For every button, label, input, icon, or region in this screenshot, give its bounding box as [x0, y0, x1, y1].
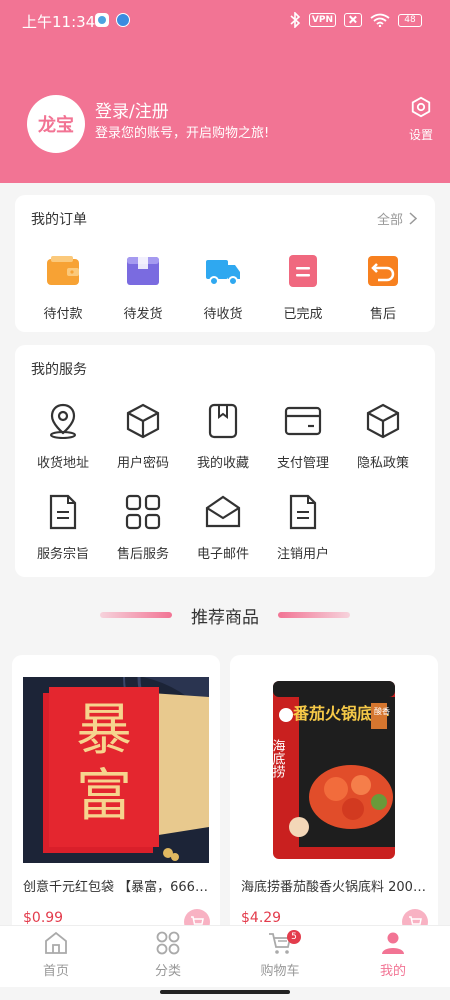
bluetooth-icon: [290, 12, 301, 28]
status-icons: VPN 48: [289, 12, 422, 28]
vpn-icon: VPN: [308, 13, 336, 27]
bookmark-icon: [208, 403, 238, 439]
service-label: 注销用户: [276, 547, 329, 562]
order-pending-payment[interactable]: 待付款: [23, 253, 103, 322]
app-notification-icon: [95, 13, 109, 27]
see-all-label: 全部: [376, 213, 403, 228]
cube-icon: [366, 403, 400, 439]
nav-label: 首页: [42, 964, 69, 979]
service-favorites[interactable]: 我的收藏: [183, 402, 263, 471]
service-payment-management[interactable]: 支付管理: [263, 402, 343, 471]
avatar[interactable]: 龙宝: [27, 95, 85, 153]
login-register-link[interactable]: 登录/注册: [95, 97, 169, 122]
see-all-orders-link[interactable]: 全部: [377, 209, 417, 228]
product-tag: 酸香: [374, 706, 390, 716]
box-icon: [127, 257, 159, 285]
order-label: 售后: [369, 307, 396, 322]
envelope-icon: [205, 495, 241, 528]
service-purpose[interactable]: 服务宗旨: [23, 493, 103, 562]
service-after-sales[interactable]: 售后服务: [103, 493, 183, 562]
nav-label: 我的: [379, 964, 406, 979]
home-indicator: [160, 990, 290, 994]
settings-button[interactable]: 设置: [403, 96, 439, 143]
product-name: 海底捞番茄酸香火锅底料 200g...: [241, 880, 427, 895]
document-icon: [289, 494, 317, 530]
cart-count-badge: 5: [287, 930, 301, 944]
service-label: 隐私政策: [356, 456, 409, 471]
upload-notification-icon: [116, 13, 130, 27]
card-icon: [284, 406, 322, 436]
bottom-navigation: 首页 分类 5 购物车 我的: [0, 925, 450, 987]
service-privacy-policy[interactable]: 隐私政策: [343, 402, 423, 471]
gear-icon: [411, 96, 431, 118]
product-price: $4.29: [241, 910, 282, 926]
nav-home[interactable]: 首页: [21, 930, 91, 979]
nav-cart[interactable]: 5 购物车: [245, 930, 315, 979]
profile-header: 上午11:34 VPN 48 龙宝 登录/注册 登录您的账号，开启购物之旅! 设…: [0, 0, 450, 183]
login-subtitle: 登录您的账号，开启购物之旅!: [95, 126, 270, 141]
document-icon: [49, 494, 77, 530]
service-label: 电子邮件: [196, 547, 249, 562]
no-sim-icon: [344, 13, 362, 27]
service-user-password[interactable]: 用户密码: [103, 402, 183, 471]
order-label: 待收货: [203, 307, 243, 322]
order-completed[interactable]: 已完成: [263, 253, 343, 322]
clipboard-icon: [289, 255, 317, 287]
nav-label: 分类: [154, 964, 181, 979]
product-brand: 海底捞: [270, 739, 286, 778]
chevron-right-icon: [409, 212, 417, 225]
product-card[interactable]: 海底捞 番茄火锅底料 酸香 海底捞番茄酸香火锅底料 200g... $4.29: [230, 655, 438, 935]
order-label: 待发货: [123, 307, 163, 322]
service-label: 我的收藏: [196, 456, 249, 471]
service-label: 售后服务: [116, 547, 169, 562]
recommend-title: 推荐商品: [191, 608, 259, 628]
home-icon: [45, 931, 67, 954]
status-bar: 上午11:34 VPN 48: [0, 0, 450, 42]
truck-icon: [206, 260, 240, 286]
service-label: 支付管理: [276, 456, 329, 471]
order-label: 已完成: [283, 307, 323, 322]
cube-icon: [126, 403, 160, 439]
wallet-icon: [47, 256, 79, 285]
product-card[interactable]: 暴 富 创意千元红包袋 【暴富，666，... $0.99: [12, 655, 220, 935]
nav-label: 购物车: [260, 964, 300, 979]
section-divider-right: [278, 612, 350, 618]
return-icon: [368, 256, 398, 286]
envelope-char-1: 暴: [76, 698, 132, 763]
order-label: 待付款: [43, 307, 83, 322]
status-time: 上午11:34: [22, 13, 96, 31]
wifi-icon: [370, 13, 390, 27]
location-pin-icon: [50, 403, 76, 439]
grid-icon: [125, 494, 161, 530]
product-name: 创意千元红包袋 【暴富，666，...: [23, 880, 209, 895]
settings-label: 设置: [408, 128, 433, 142]
orders-title: 我的订单: [31, 212, 87, 228]
order-to-ship[interactable]: 待发货: [103, 253, 183, 322]
nav-category[interactable]: 分类: [133, 930, 203, 979]
service-deregister-user[interactable]: 注销用户: [263, 493, 343, 562]
my-services-card: 我的服务 收货地址 用户密码 我的收藏 支付管理 隐私政策 服务宗旨 售后服务 …: [15, 345, 435, 577]
nav-profile[interactable]: 我的: [358, 930, 428, 979]
service-label: 服务宗旨: [36, 547, 89, 562]
services-title: 我的服务: [31, 362, 87, 378]
service-shipping-address[interactable]: 收货地址: [23, 402, 103, 471]
service-label: 用户密码: [116, 456, 169, 471]
product-image-red-envelope: 暴 富: [23, 677, 209, 863]
product-price: $0.99: [23, 910, 64, 926]
category-icon: [156, 931, 180, 955]
service-label: 收货地址: [36, 456, 89, 471]
my-orders-card: 我的订单 全部 待付款 待发货 待收货 已完成 售后: [15, 195, 435, 332]
envelope-char-2: 富: [76, 764, 132, 829]
order-to-receive[interactable]: 待收货: [183, 253, 263, 322]
service-email[interactable]: 电子邮件: [183, 493, 263, 562]
battery-indicator: 48: [398, 13, 422, 27]
user-icon: [382, 932, 404, 954]
order-after-sales[interactable]: 售后: [343, 253, 423, 322]
product-image-hotpot-base: 海底捞 番茄火锅底料 酸香: [241, 677, 427, 863]
